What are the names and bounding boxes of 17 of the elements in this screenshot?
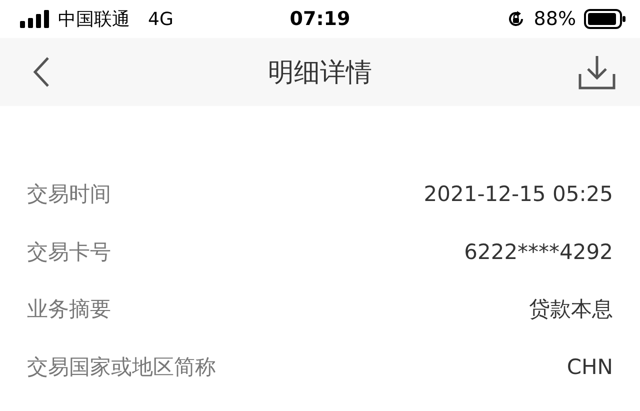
back-icon[interactable] [32,56,50,88]
battery-icon [584,9,626,29]
detail-value: 贷款本息 [529,296,613,322]
clock-time: 07:19 [290,8,350,30]
detail-label: 交易国家或地区简称 [27,354,216,380]
battery-percent: 88% [534,8,576,30]
page-title: 明细详情 [268,56,372,90]
network-type: 4G [148,8,174,30]
detail-label: 交易时间 [27,181,111,207]
signal-icon [20,10,50,28]
detail-value: 2021-12-15 05:25 [424,181,613,207]
carrier-name: 中国联通 [58,8,130,31]
detail-value: CHN [566,354,613,380]
download-icon[interactable] [578,54,616,90]
detail-value: 6222****4292 [464,238,613,264]
detail-label: 交易卡号 [27,238,111,264]
detail-label: 业务摘要 [27,296,111,322]
